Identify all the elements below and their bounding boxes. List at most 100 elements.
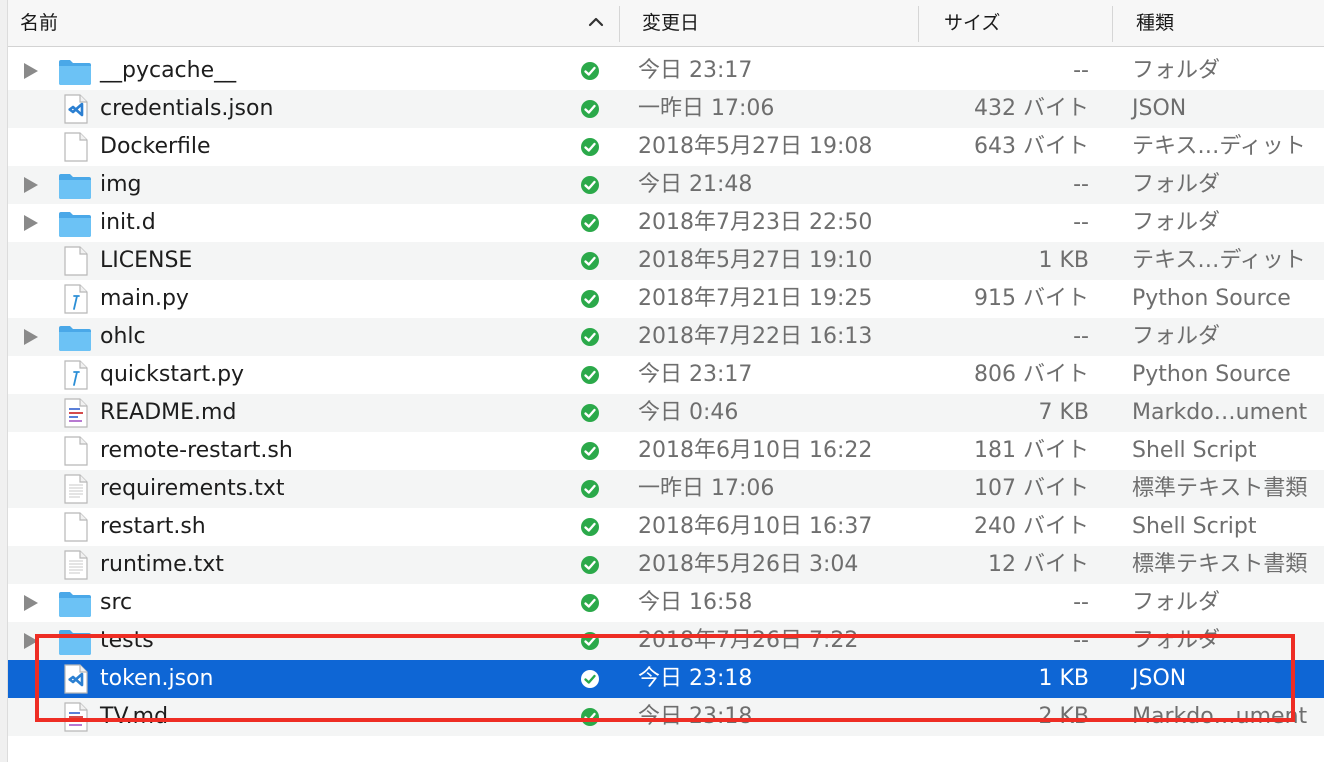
file-row[interactable]: token.json 今日 23:18 1 KB JSON [8,660,1324,698]
file-kind: Shell Script [1132,438,1257,463]
file-size: -- [1073,210,1089,235]
file-size: -- [1073,628,1089,653]
file-row[interactable]: img 今日 21:48 -- フォルダ [8,166,1324,204]
column-divider[interactable] [619,6,620,42]
file-name[interactable]: img [100,166,142,204]
file-name[interactable]: ohlc [100,318,146,356]
folder-icon [58,322,92,352]
file-row[interactable]: restart.sh 2018年6月10日 16:37 240 バイト Shell S… [8,508,1324,546]
column-header-name[interactable]: 名前 [20,0,58,46]
file-kind: フォルダ [1132,628,1221,653]
file-row[interactable]: quickstart.py 今日 23:17 806 バイト Python Sourc… [8,356,1324,394]
folder-icon [58,208,92,238]
file-row[interactable]: runtime.txt 2018年5月26日 3:04 12 バイト 標準テキスト書類 [8,546,1324,584]
modified-date: 今日 0:46 [638,400,739,425]
sync-status-check-icon [580,555,600,575]
file-row[interactable]: __pycache__ 今日 23:17 -- フォルダ [8,52,1324,90]
column-header-kind[interactable]: 種類 [1136,0,1174,46]
document-icon [58,246,92,276]
disclosure-triangle-icon[interactable] [24,633,38,649]
file-kind: テキス…ディット [1132,248,1306,273]
file-size: 2 KB [1038,704,1089,729]
file-row[interactable]: tests 2018年7月26日 7:22 -- フォルダ [8,622,1324,660]
file-size: -- [1073,590,1089,615]
file-name[interactable]: restart.sh [100,508,206,546]
file-row[interactable]: TV.md 今日 23:18 2 KB Markdo…ument [8,698,1324,736]
file-name[interactable]: src [100,584,132,622]
file-name[interactable]: token.json [100,660,214,698]
file-size: 1 KB [1038,666,1089,691]
file-name[interactable]: requirements.txt [100,470,284,508]
column-header-size[interactable]: サイズ [944,0,1000,46]
file-kind: Python Source [1132,286,1291,311]
modified-date: 2018年5月27日 19:08 [638,134,873,159]
file-name[interactable]: runtime.txt [100,546,224,584]
file-size: -- [1073,172,1089,197]
file-name[interactable]: tests [100,622,154,660]
sync-status-check-icon [580,365,600,385]
file-size: -- [1073,324,1089,349]
file-row[interactable]: main.py 2018年7月21日 19:25 915 バイト Python Sou… [8,280,1324,318]
file-size: 107 バイト [974,476,1089,501]
sync-status-check-icon [580,327,600,347]
sync-status-check-icon [580,441,600,461]
folder-icon [58,626,92,656]
folder-icon [58,170,92,200]
file-name[interactable]: main.py [100,280,189,318]
disclosure-triangle-icon[interactable] [24,215,38,231]
file-name[interactable]: __pycache__ [100,52,236,90]
file-row[interactable]: Dockerfile 2018年5月27日 19:08 643 バイト テキス…ディッ… [8,128,1324,166]
file-kind: 標準テキスト書類 [1132,552,1308,577]
file-row[interactable]: requirements.txt 一昨日 17:06 107 バイト 標準テキスト書類 [8,470,1324,508]
file-row[interactable]: LICENSE 2018年5月27日 19:10 1 KB テキス…ディット [8,242,1324,280]
modified-date: 2018年5月26日 3:04 [638,552,859,577]
file-name[interactable]: README.md [100,394,236,432]
file-row[interactable]: README.md 今日 0:46 7 KB Markdo…ument [8,394,1324,432]
disclosure-triangle-icon[interactable] [24,63,38,79]
modified-date: 今日 16:58 [638,590,753,615]
markdown-file-icon [58,398,92,428]
file-name[interactable]: Dockerfile [100,128,211,166]
sort-ascending-icon[interactable] [588,14,604,30]
file-size: 806 バイト [974,362,1089,387]
file-kind: Markdo…ument [1132,400,1308,425]
document-icon [58,512,92,542]
file-kind: JSON [1132,666,1187,691]
file-row[interactable]: src 今日 16:58 -- フォルダ [8,584,1324,622]
disclosure-triangle-icon[interactable] [24,595,38,611]
modified-date: 2018年6月10日 16:37 [638,514,873,539]
file-size: 12 バイト [988,552,1089,577]
file-row[interactable]: remote-restart.sh 2018年6月10日 16:22 181 バイト… [8,432,1324,470]
file-name[interactable]: remote-restart.sh [100,432,293,470]
disclosure-triangle-icon[interactable] [24,329,38,345]
file-row[interactable]: credentials.json 一昨日 17:06 432 バイト JSON [8,90,1324,128]
disclosure-triangle-icon[interactable] [24,177,38,193]
file-name[interactable]: LICENSE [100,242,192,280]
file-row[interactable]: ohlc 2018年7月22日 16:13 -- フォルダ [8,318,1324,356]
file-name[interactable]: credentials.json [100,90,273,128]
column-header-date[interactable]: 変更日 [642,0,699,46]
file-name[interactable]: quickstart.py [100,356,244,394]
file-kind: JSON [1132,96,1187,121]
sync-status-check-icon [580,175,600,195]
file-name[interactable]: TV.md [100,698,168,736]
file-kind: Shell Script [1132,514,1257,539]
file-size: 432 バイト [974,96,1089,121]
file-row[interactable]: init.d 2018年7月23日 22:50 -- フォルダ [8,204,1324,242]
column-divider[interactable] [918,6,919,42]
sync-status-check-icon [580,99,600,119]
sync-status-check-icon [580,479,600,499]
file-kind: フォルダ [1132,172,1221,197]
file-kind: Python Source [1132,362,1291,387]
python-file-icon [58,360,92,390]
modified-date: 2018年7月26日 7:22 [638,628,859,653]
file-size: 7 KB [1038,400,1089,425]
modified-date: 2018年6月10日 16:22 [638,438,873,463]
column-divider[interactable] [1112,6,1113,42]
modified-date: 一昨日 17:06 [638,476,775,501]
file-list: __pycache__ 今日 23:17 -- フォルダ credentials.jso… [8,52,1324,736]
modified-date: 一昨日 17:06 [638,96,775,121]
sync-status-check-icon [580,289,600,309]
file-name[interactable]: init.d [100,204,156,242]
file-kind: 標準テキスト書類 [1132,476,1308,501]
